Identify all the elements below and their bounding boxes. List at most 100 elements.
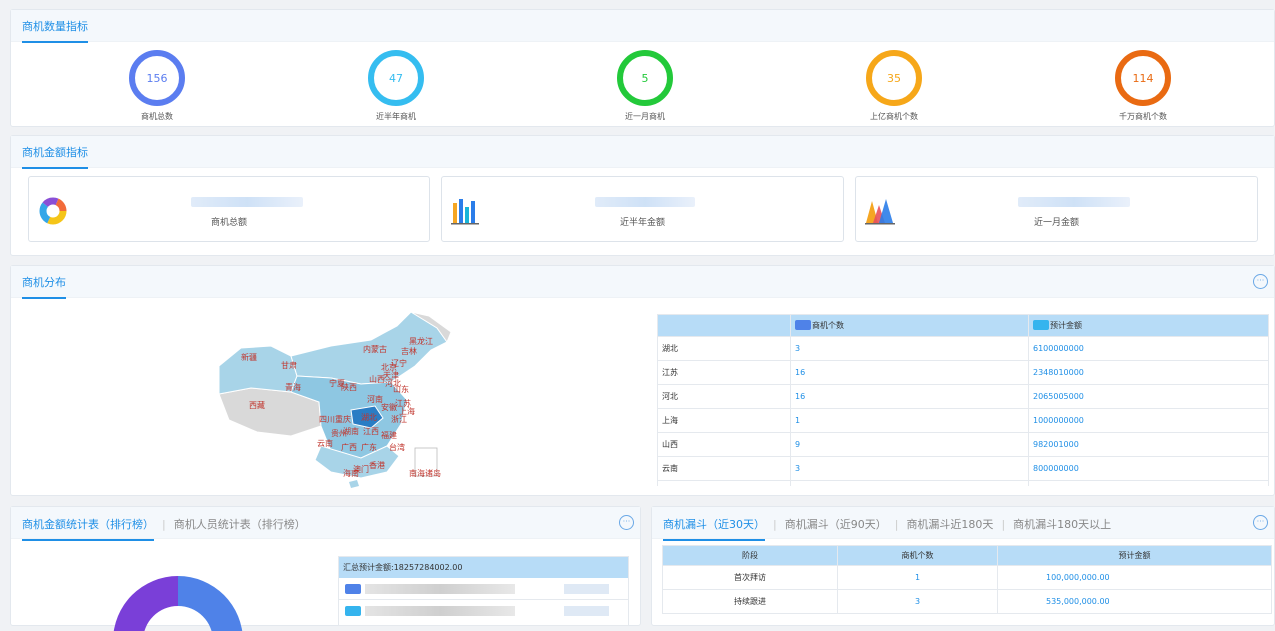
panel-title: 商机数量指标 xyxy=(22,18,88,43)
cell-amount[interactable]: 2348010000 xyxy=(1028,360,1269,385)
more-options-icon[interactable]: ··· xyxy=(619,515,634,530)
redacted-value xyxy=(1018,197,1130,207)
more-options-icon[interactable]: ··· xyxy=(1253,515,1268,530)
table-row[interactable]: 河北 16 2065005000 xyxy=(657,384,1269,409)
column-header-amount: 预计金额 xyxy=(997,545,1272,566)
cell-amount[interactable]: 982001000 xyxy=(1028,432,1269,457)
table-header-row: 商机个数 预计金额 xyxy=(657,314,1269,337)
map-region-hainan xyxy=(349,480,359,488)
cell-count[interactable]: 1 xyxy=(837,565,998,590)
cell-region: 湖北 xyxy=(657,336,791,361)
kpi-label: 千万商机个数 xyxy=(1119,112,1167,121)
ranking-summary: 汇总预计金额:18257284002.00 xyxy=(339,557,628,578)
redacted-value xyxy=(365,606,515,616)
card-label: 商机总额 xyxy=(210,218,247,228)
cell-amount[interactable]: 535,000,000.00 xyxy=(997,589,1272,614)
cell-amount[interactable]: 2065005000 xyxy=(1028,384,1269,409)
kpi-value: 47 xyxy=(389,71,403,85)
table-row[interactable]: 上海 1 1000000000 xyxy=(657,408,1269,433)
tab-amount-ranking[interactable]: 商机金额统计表（排行榜） xyxy=(22,516,154,541)
column-header-label: 商机个数 xyxy=(812,321,844,330)
map-label: 安徽 xyxy=(381,402,397,412)
kpi-value: 35 xyxy=(887,71,901,85)
column-header-amount: 预计金额 xyxy=(1028,314,1269,337)
table-row[interactable]: 云南 3 800000000 xyxy=(657,456,1269,481)
cell-amount[interactable]: 100,000,000.00 xyxy=(997,565,1272,590)
distribution-table: 商机个数 预计金额 湖北 3 6100000000 江苏 16 2348010000 河… xyxy=(657,314,1269,486)
kpi-over-10m[interactable]: 114 千万商机个数 xyxy=(1083,50,1203,122)
panel-header: 商机金额指标 xyxy=(11,136,1274,169)
map-label: 云南 xyxy=(317,438,333,448)
map-label: 宁夏 xyxy=(329,378,345,388)
cell-count[interactable]: 3 xyxy=(790,456,1029,481)
china-map[interactable]: 新疆西藏甘肃青海内蒙古黑龙江吉林辽宁北京天津河北山西陕西宁夏山东河南 江苏安徽 上海… xyxy=(211,306,471,488)
card-label: 近一月金额 xyxy=(1033,218,1079,228)
cell-count[interactable]: 1 xyxy=(790,408,1029,433)
ranking-table: 汇总预计金额:18257284002.00 xyxy=(338,556,629,626)
cell-amount xyxy=(1028,480,1269,486)
column-header-count: 商机个数 xyxy=(790,314,1029,337)
table-row[interactable]: 山西 9 982001000 xyxy=(657,432,1269,457)
column-header-region xyxy=(657,314,791,337)
tab-funnel-90[interactable]: 商机漏斗（近90天） xyxy=(785,516,887,532)
cell-amount[interactable]: 800000000 xyxy=(1028,456,1269,481)
table-row[interactable]: 首次拜访 1 100,000,000.00 xyxy=(662,565,1272,590)
table-header-row: 阶段 商机个数 预计金额 xyxy=(662,545,1272,566)
table-row[interactable] xyxy=(657,480,1269,486)
map-label: 黑龙江 xyxy=(409,336,433,346)
map-label: 香港 xyxy=(369,460,385,470)
cell-count[interactable]: 3 xyxy=(837,589,998,614)
legend-swatch xyxy=(345,606,361,616)
tab-funnel-180[interactable]: 商机漏斗近180天 xyxy=(906,516,993,532)
cell-count xyxy=(790,480,1029,486)
legend-swatch xyxy=(1033,320,1049,330)
amount-card-one-month[interactable]: 近一月金额 xyxy=(855,176,1258,242)
table-row[interactable]: 湖北 3 6100000000 xyxy=(657,336,1269,361)
ranking-donut-chart[interactable] xyxy=(103,571,253,631)
funnel-panel: 商机漏斗（近30天） | 商机漏斗（近90天） | 商机漏斗近180天 | 商机漏斗180天… xyxy=(651,506,1275,626)
kpi-half-year[interactable]: 47 近半年商机 xyxy=(336,50,456,122)
cell-region: 河北 xyxy=(657,384,791,409)
panel-header: 商机漏斗（近30天） | 商机漏斗（近90天） | 商机漏斗近180天 | 商机漏斗180天… xyxy=(652,507,1274,541)
amount-card-half-year[interactable]: 近半年金额 xyxy=(441,176,844,242)
cell-region: 云南 xyxy=(657,456,791,481)
panel-title: 商机分布 xyxy=(22,274,66,299)
more-options-icon[interactable]: ··· xyxy=(1253,274,1268,289)
table-row[interactable] xyxy=(339,578,628,600)
ranking-panel: 商机金额统计表（排行榜） | 商机人员统计表（排行榜） ··· 汇总预计金额:182… xyxy=(10,506,641,631)
cell-amount[interactable]: 1000000000 xyxy=(1028,408,1269,433)
amount-card-total[interactable]: 商机总额 xyxy=(28,176,430,242)
cell-count[interactable]: 16 xyxy=(790,384,1029,409)
cell-count[interactable]: 3 xyxy=(790,336,1029,361)
cell-count[interactable]: 16 xyxy=(790,360,1029,385)
kpi-over-100m[interactable]: 35 上亿商机个数 xyxy=(834,50,954,122)
funnel-tabs: 商机漏斗（近30天） | 商机漏斗（近90天） | 商机漏斗近180天 | 商机漏斗180天… xyxy=(663,516,1111,541)
map-label: 台湾 xyxy=(389,442,405,452)
map-label: 南海诸岛 xyxy=(409,468,441,478)
cell-amount[interactable]: 6100000000 xyxy=(1028,336,1269,361)
tab-separator: | xyxy=(773,518,777,531)
kpi-ring: 47 xyxy=(368,50,424,106)
tab-staff-ranking[interactable]: 商机人员统计表（排行榜） xyxy=(174,516,306,532)
column-header-stage: 阶段 xyxy=(662,545,838,566)
panel-header: 商机金额统计表（排行榜） | 商机人员统计表（排行榜） ··· xyxy=(11,507,640,541)
map-label: 山西 xyxy=(369,374,385,384)
kpi-ring: 35 xyxy=(866,50,922,106)
kpi-ring: 156 xyxy=(129,50,185,106)
tab-funnel-180-plus[interactable]: 商机漏斗180天以上 xyxy=(1013,516,1111,532)
cell-count[interactable]: 9 xyxy=(790,432,1029,457)
kpi-total[interactable]: 156 商机总数 xyxy=(97,50,217,122)
redacted-value xyxy=(365,584,515,594)
redacted-value xyxy=(595,197,695,207)
legend-swatch xyxy=(795,320,811,330)
map-label: 青海 xyxy=(285,382,301,392)
ranking-tabs: 商机金额统计表（排行榜） | 商机人员统计表（排行榜） xyxy=(22,516,306,541)
cell-region xyxy=(657,480,791,486)
cell-stage: 持续跟进 xyxy=(662,589,838,614)
kpi-one-month[interactable]: 5 近一月商机 xyxy=(585,50,705,122)
table-row[interactable]: 江苏 16 2348010000 xyxy=(657,360,1269,385)
tab-funnel-30[interactable]: 商机漏斗（近30天） xyxy=(663,516,765,541)
table-row[interactable]: 持续跟进 3 535,000,000.00 xyxy=(662,589,1272,614)
kpi-label: 上亿商机个数 xyxy=(870,112,918,121)
map-label: 澳门 xyxy=(353,464,369,474)
